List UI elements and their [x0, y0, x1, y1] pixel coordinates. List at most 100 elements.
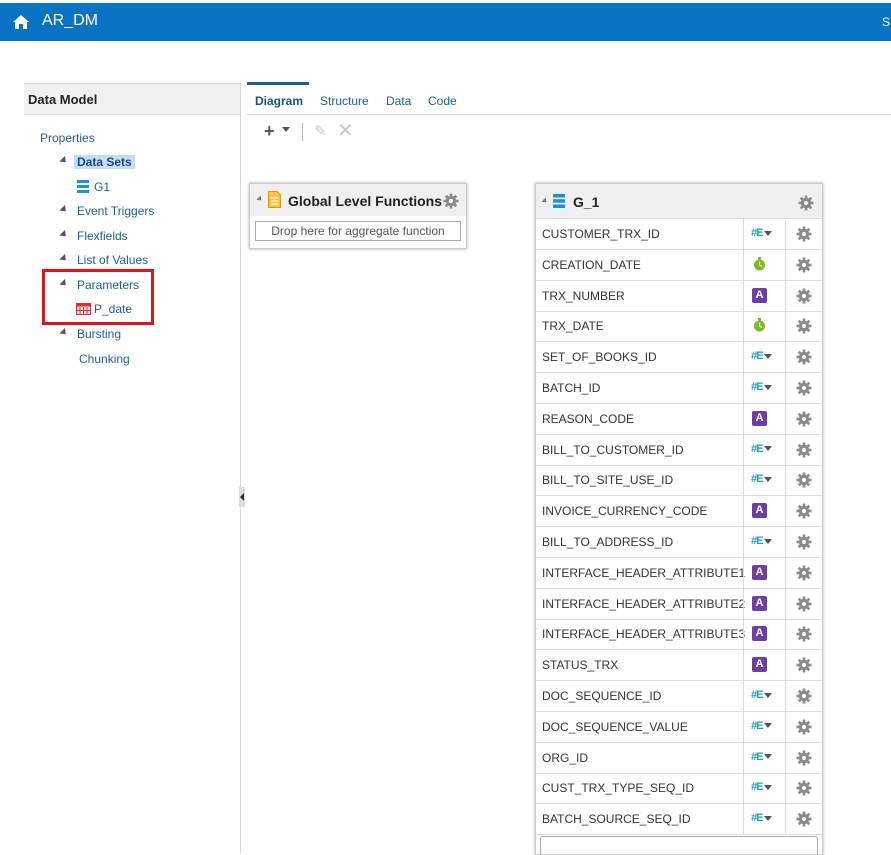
chevron-down-icon[interactable] — [764, 230, 773, 236]
gear-icon[interactable] — [796, 380, 812, 396]
panel-splitter-handle[interactable] — [239, 487, 245, 507]
chevron-down-icon[interactable] — [764, 815, 773, 821]
gear-icon[interactable] — [796, 688, 812, 704]
column-settings-cell[interactable] — [785, 311, 822, 342]
table-row[interactable]: INTERFACE_HEADER_ATTRIBUTE1 A — [536, 557, 822, 589]
tree-item-chunking[interactable]: Chunking — [79, 352, 130, 366]
tree-item-data-sets[interactable]: Data Sets — [74, 155, 135, 169]
gear-icon[interactable] — [796, 750, 812, 766]
tree-item-properties[interactable]: Properties — [40, 131, 95, 145]
column-type-cell[interactable]: #E — [743, 219, 786, 249]
gear-icon[interactable] — [796, 719, 812, 735]
chevron-down-icon[interactable] — [764, 353, 773, 359]
table-row[interactable]: ORG_ID #E — [536, 742, 822, 774]
gear-icon[interactable] — [796, 657, 812, 673]
table-row[interactable]: BATCH_ID #E — [536, 373, 822, 404]
table-row[interactable]: DOC_SEQUENCE_ID #E — [536, 681, 822, 712]
header-right-link[interactable]: S — [882, 15, 890, 29]
gear-icon[interactable] — [796, 811, 812, 827]
tree-item-flexfields[interactable]: Flexfields — [77, 229, 128, 243]
gear-icon[interactable] — [798, 195, 814, 211]
column-settings-cell[interactable] — [785, 619, 822, 650]
column-settings-cell[interactable] — [785, 773, 822, 804]
table-row[interactable]: TRX_NUMBER A — [536, 280, 822, 312]
chevron-down-icon[interactable] — [764, 446, 773, 452]
column-settings-cell[interactable] — [785, 742, 822, 773]
gear-icon[interactable] — [796, 288, 812, 304]
column-type-cell[interactable]: A — [743, 619, 786, 650]
edit-pencil-icon[interactable]: ✎ — [314, 122, 327, 140]
tab-code[interactable]: Code — [428, 94, 457, 108]
gear-icon[interactable] — [796, 534, 812, 550]
column-type-cell[interactable]: A — [743, 557, 786, 588]
chevron-down-icon[interactable] — [764, 476, 773, 482]
collapse-triangle-icon[interactable] — [541, 197, 549, 205]
table-row[interactable]: CREATION_DATE — [536, 249, 822, 281]
aggregate-drop-zone[interactable]: Drop here for aggregate function — [255, 221, 461, 241]
column-type-cell[interactable]: A — [743, 496, 786, 527]
gear-icon[interactable] — [796, 349, 812, 365]
column-settings-cell[interactable] — [785, 219, 822, 249]
column-type-cell[interactable]: #E — [743, 465, 786, 496]
table-row[interactable]: INVOICE_CURRENCY_CODE A — [536, 496, 822, 528]
column-type-cell[interactable]: #E — [743, 681, 786, 711]
chevron-down-icon[interactable] — [764, 723, 773, 729]
add-dropdown-caret-icon[interactable] — [282, 127, 290, 132]
number-type-icon[interactable]: #E — [751, 227, 773, 239]
number-type-icon[interactable]: #E — [751, 689, 773, 701]
column-settings-cell[interactable] — [785, 804, 822, 835]
column-settings-cell[interactable] — [785, 588, 822, 619]
number-type-icon[interactable]: #E — [751, 781, 773, 793]
number-type-icon[interactable]: #E — [751, 535, 773, 547]
column-settings-cell[interactable] — [785, 650, 822, 681]
column-settings-cell[interactable] — [785, 342, 822, 373]
table-row[interactable]: INTERFACE_HEADER_ATTRIBUTE3 A — [536, 619, 822, 651]
column-type-cell[interactable]: A — [743, 588, 786, 619]
chevron-down-icon[interactable] — [764, 384, 773, 390]
column-type-cell[interactable]: A — [743, 280, 786, 311]
add-icon[interactable]: + — [264, 121, 275, 142]
column-settings-cell[interactable] — [785, 496, 822, 527]
column-type-cell[interactable] — [743, 249, 786, 280]
tree-item-bursting[interactable]: Bursting — [77, 327, 121, 341]
column-settings-cell[interactable] — [785, 249, 822, 280]
gear-icon[interactable] — [796, 503, 812, 519]
gear-icon[interactable] — [796, 596, 812, 612]
column-type-cell[interactable]: A — [743, 403, 786, 434]
number-type-icon[interactable]: #E — [751, 381, 773, 393]
column-type-cell[interactable]: A — [743, 650, 786, 681]
table-row[interactable]: STATUS_TRX A — [536, 650, 822, 682]
table-row[interactable]: DOC_SEQUENCE_VALUE #E — [536, 711, 822, 743]
chevron-down-icon[interactable] — [764, 784, 773, 790]
column-settings-cell[interactable] — [785, 373, 822, 403]
gear-icon[interactable] — [796, 626, 812, 642]
collapse-triangle-icon[interactable] — [256, 195, 264, 203]
column-type-cell[interactable]: #E — [743, 773, 786, 804]
gear-icon[interactable] — [796, 226, 812, 242]
column-settings-cell[interactable] — [785, 527, 822, 557]
table-row[interactable]: TRX_DATE — [536, 311, 822, 343]
table-row[interactable]: REASON_CODE A — [536, 403, 822, 435]
column-type-cell[interactable]: #E — [743, 742, 786, 773]
tab-diagram[interactable]: Diagram — [255, 94, 303, 108]
number-type-icon[interactable]: #E — [751, 473, 773, 485]
column-type-cell[interactable]: #E — [743, 804, 786, 835]
gear-icon[interactable] — [796, 411, 812, 427]
column-settings-cell[interactable] — [785, 557, 822, 588]
table-row[interactable]: INTERFACE_HEADER_ATTRIBUTE2 A — [536, 588, 822, 620]
chevron-down-icon[interactable] — [764, 692, 773, 698]
delete-icon[interactable]: ✕ — [337, 118, 354, 143]
column-type-cell[interactable]: #E — [743, 342, 786, 373]
home-icon[interactable] — [12, 13, 30, 31]
chevron-down-icon[interactable] — [764, 538, 773, 544]
column-settings-cell[interactable] — [785, 280, 822, 311]
gear-icon[interactable] — [796, 442, 812, 458]
table-row[interactable]: BATCH_SOURCE_SEQ_ID #E — [536, 804, 822, 836]
tree-item-event-triggers[interactable]: Event Triggers — [77, 204, 154, 218]
column-type-cell[interactable]: #E — [743, 711, 786, 742]
number-type-icon[interactable]: #E — [751, 720, 773, 732]
column-type-cell[interactable]: #E — [743, 527, 786, 557]
chevron-down-icon[interactable] — [764, 754, 773, 760]
table-row[interactable]: CUST_TRX_TYPE_SEQ_ID #E — [536, 773, 822, 805]
column-type-cell[interactable] — [743, 311, 786, 342]
